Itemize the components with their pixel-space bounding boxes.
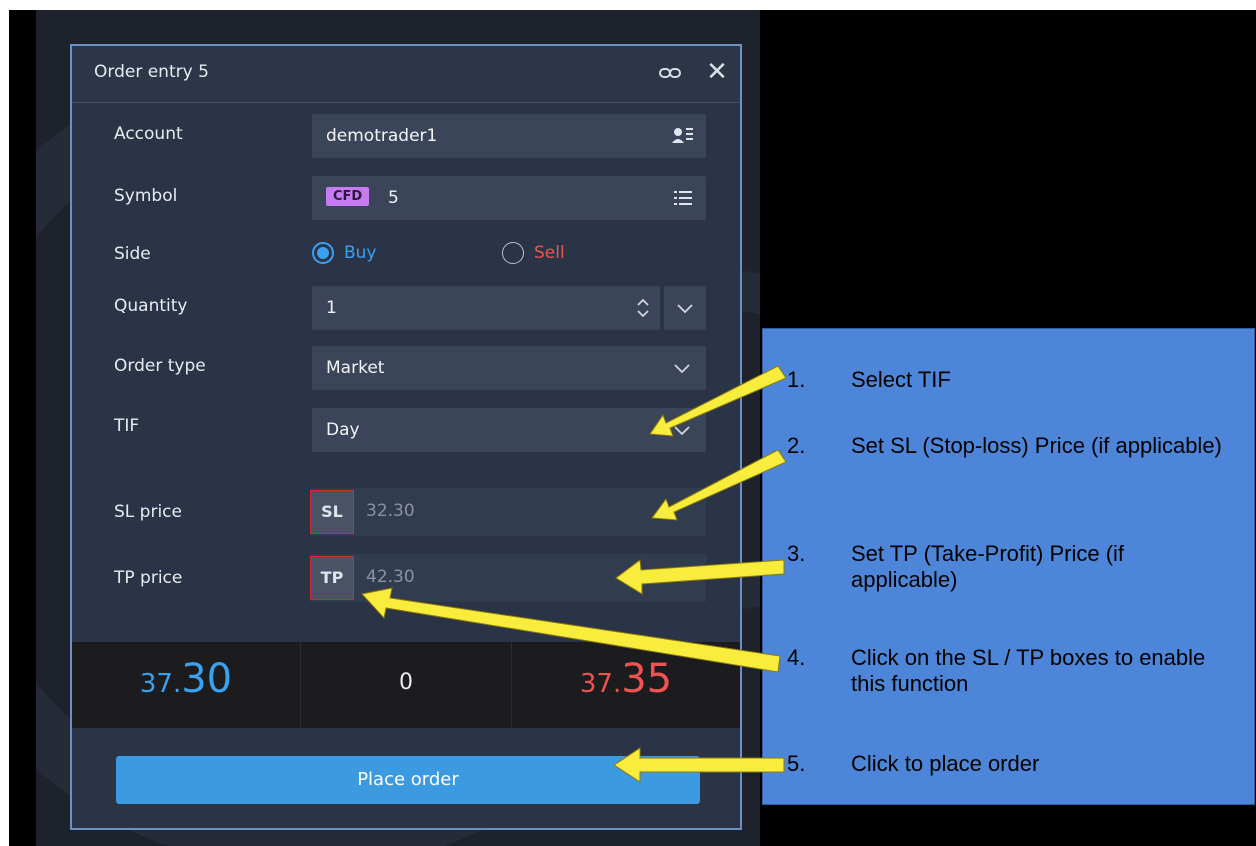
side-label: Side <box>114 244 151 264</box>
account-list-icon[interactable] <box>672 126 694 150</box>
step-text: Click on the SL / TP boxes to enable thi… <box>851 645 1206 696</box>
chevron-down-icon <box>674 426 690 436</box>
step-number: 3. <box>787 541 806 566</box>
instruction-callout: 1. Select TIF 2. Set SL (Stop-loss) Pric… <box>762 328 1255 805</box>
tp-price-field[interactable]: TP 42.30 <box>310 554 706 602</box>
sl-price-field[interactable]: SL 32.30 <box>310 488 706 536</box>
ask-price-cell[interactable]: 37.35 <box>512 642 740 728</box>
order-type-select[interactable]: Market <box>312 346 706 390</box>
symbol-field[interactable]: CFD 5 <box>312 176 706 220</box>
account-field[interactable]: demotrader1 <box>312 114 706 158</box>
side-buy-label[interactable]: Buy <box>344 243 377 263</box>
quote-strip: 37.30 0 37.35 <box>72 642 740 728</box>
step-number: 5. <box>787 751 806 776</box>
quantity-dropdown-button[interactable] <box>664 286 706 330</box>
chevron-down-icon <box>677 304 693 314</box>
bid-price-prefix: 37. <box>139 669 182 699</box>
ask-price-main: 35 <box>621 656 673 702</box>
step-text: Select TIF <box>851 367 951 392</box>
step-number: 4. <box>787 645 806 670</box>
bid-price-cell[interactable]: 37.30 <box>72 642 301 728</box>
close-icon[interactable]: ✕ <box>704 58 730 86</box>
spread-cell: 0 <box>301 642 512 728</box>
tp-price-label: TP price <box>114 568 183 588</box>
place-order-button[interactable]: Place order <box>116 756 700 804</box>
step-number: 1. <box>787 367 806 392</box>
symbol-label: Symbol <box>114 186 178 206</box>
symbol-value: 5 <box>388 188 399 208</box>
quantity-input[interactable]: 1 <box>312 286 660 330</box>
sl-price-label: SL price <box>114 502 182 522</box>
side-buy-radio[interactable] <box>312 242 334 264</box>
ask-price-prefix: 37. <box>579 669 622 699</box>
tp-toggle-button[interactable]: TP <box>310 556 354 600</box>
step-text: Click to place order <box>851 751 1040 776</box>
symbol-list-icon[interactable] <box>674 190 692 210</box>
account-value: demotrader1 <box>326 126 438 146</box>
account-label: Account <box>114 124 183 144</box>
step-text: Set SL (Stop-loss) Price (if applicable) <box>851 433 1222 458</box>
step-number: 2. <box>787 433 806 458</box>
step-text: Set TP (Take-Profit) Price (if applicabl… <box>851 541 1125 592</box>
sl-price-value: 32.30 <box>366 501 415 521</box>
tif-value: Day <box>326 420 360 440</box>
dialog-title-bar[interactable]: Order entry 5 ✕ <box>72 46 740 103</box>
quantity-value: 1 <box>326 298 337 318</box>
tif-select[interactable]: Day <box>312 408 706 452</box>
order-type-label: Order type <box>114 356 206 376</box>
side-sell-label[interactable]: Sell <box>534 243 565 263</box>
link-icon[interactable] <box>658 62 682 84</box>
quantity-stepper-icon[interactable] <box>636 296 650 324</box>
sl-toggle-button[interactable]: SL <box>310 490 354 534</box>
order-entry-dialog: Order entry 5 ✕ Account demotrader1 Symb… <box>70 44 742 830</box>
dialog-title: Order entry 5 <box>94 62 209 82</box>
tp-price-value: 42.30 <box>366 567 415 587</box>
quantity-label: Quantity <box>114 296 188 316</box>
cfd-badge: CFD <box>326 187 370 206</box>
radio-dot <box>317 247 329 259</box>
tif-label: TIF <box>114 416 140 436</box>
spread-value: 0 <box>399 670 413 695</box>
bid-price-main: 30 <box>181 656 233 702</box>
chevron-down-icon <box>674 364 690 374</box>
side-sell-radio[interactable] <box>502 242 524 264</box>
order-type-value: Market <box>326 358 385 378</box>
